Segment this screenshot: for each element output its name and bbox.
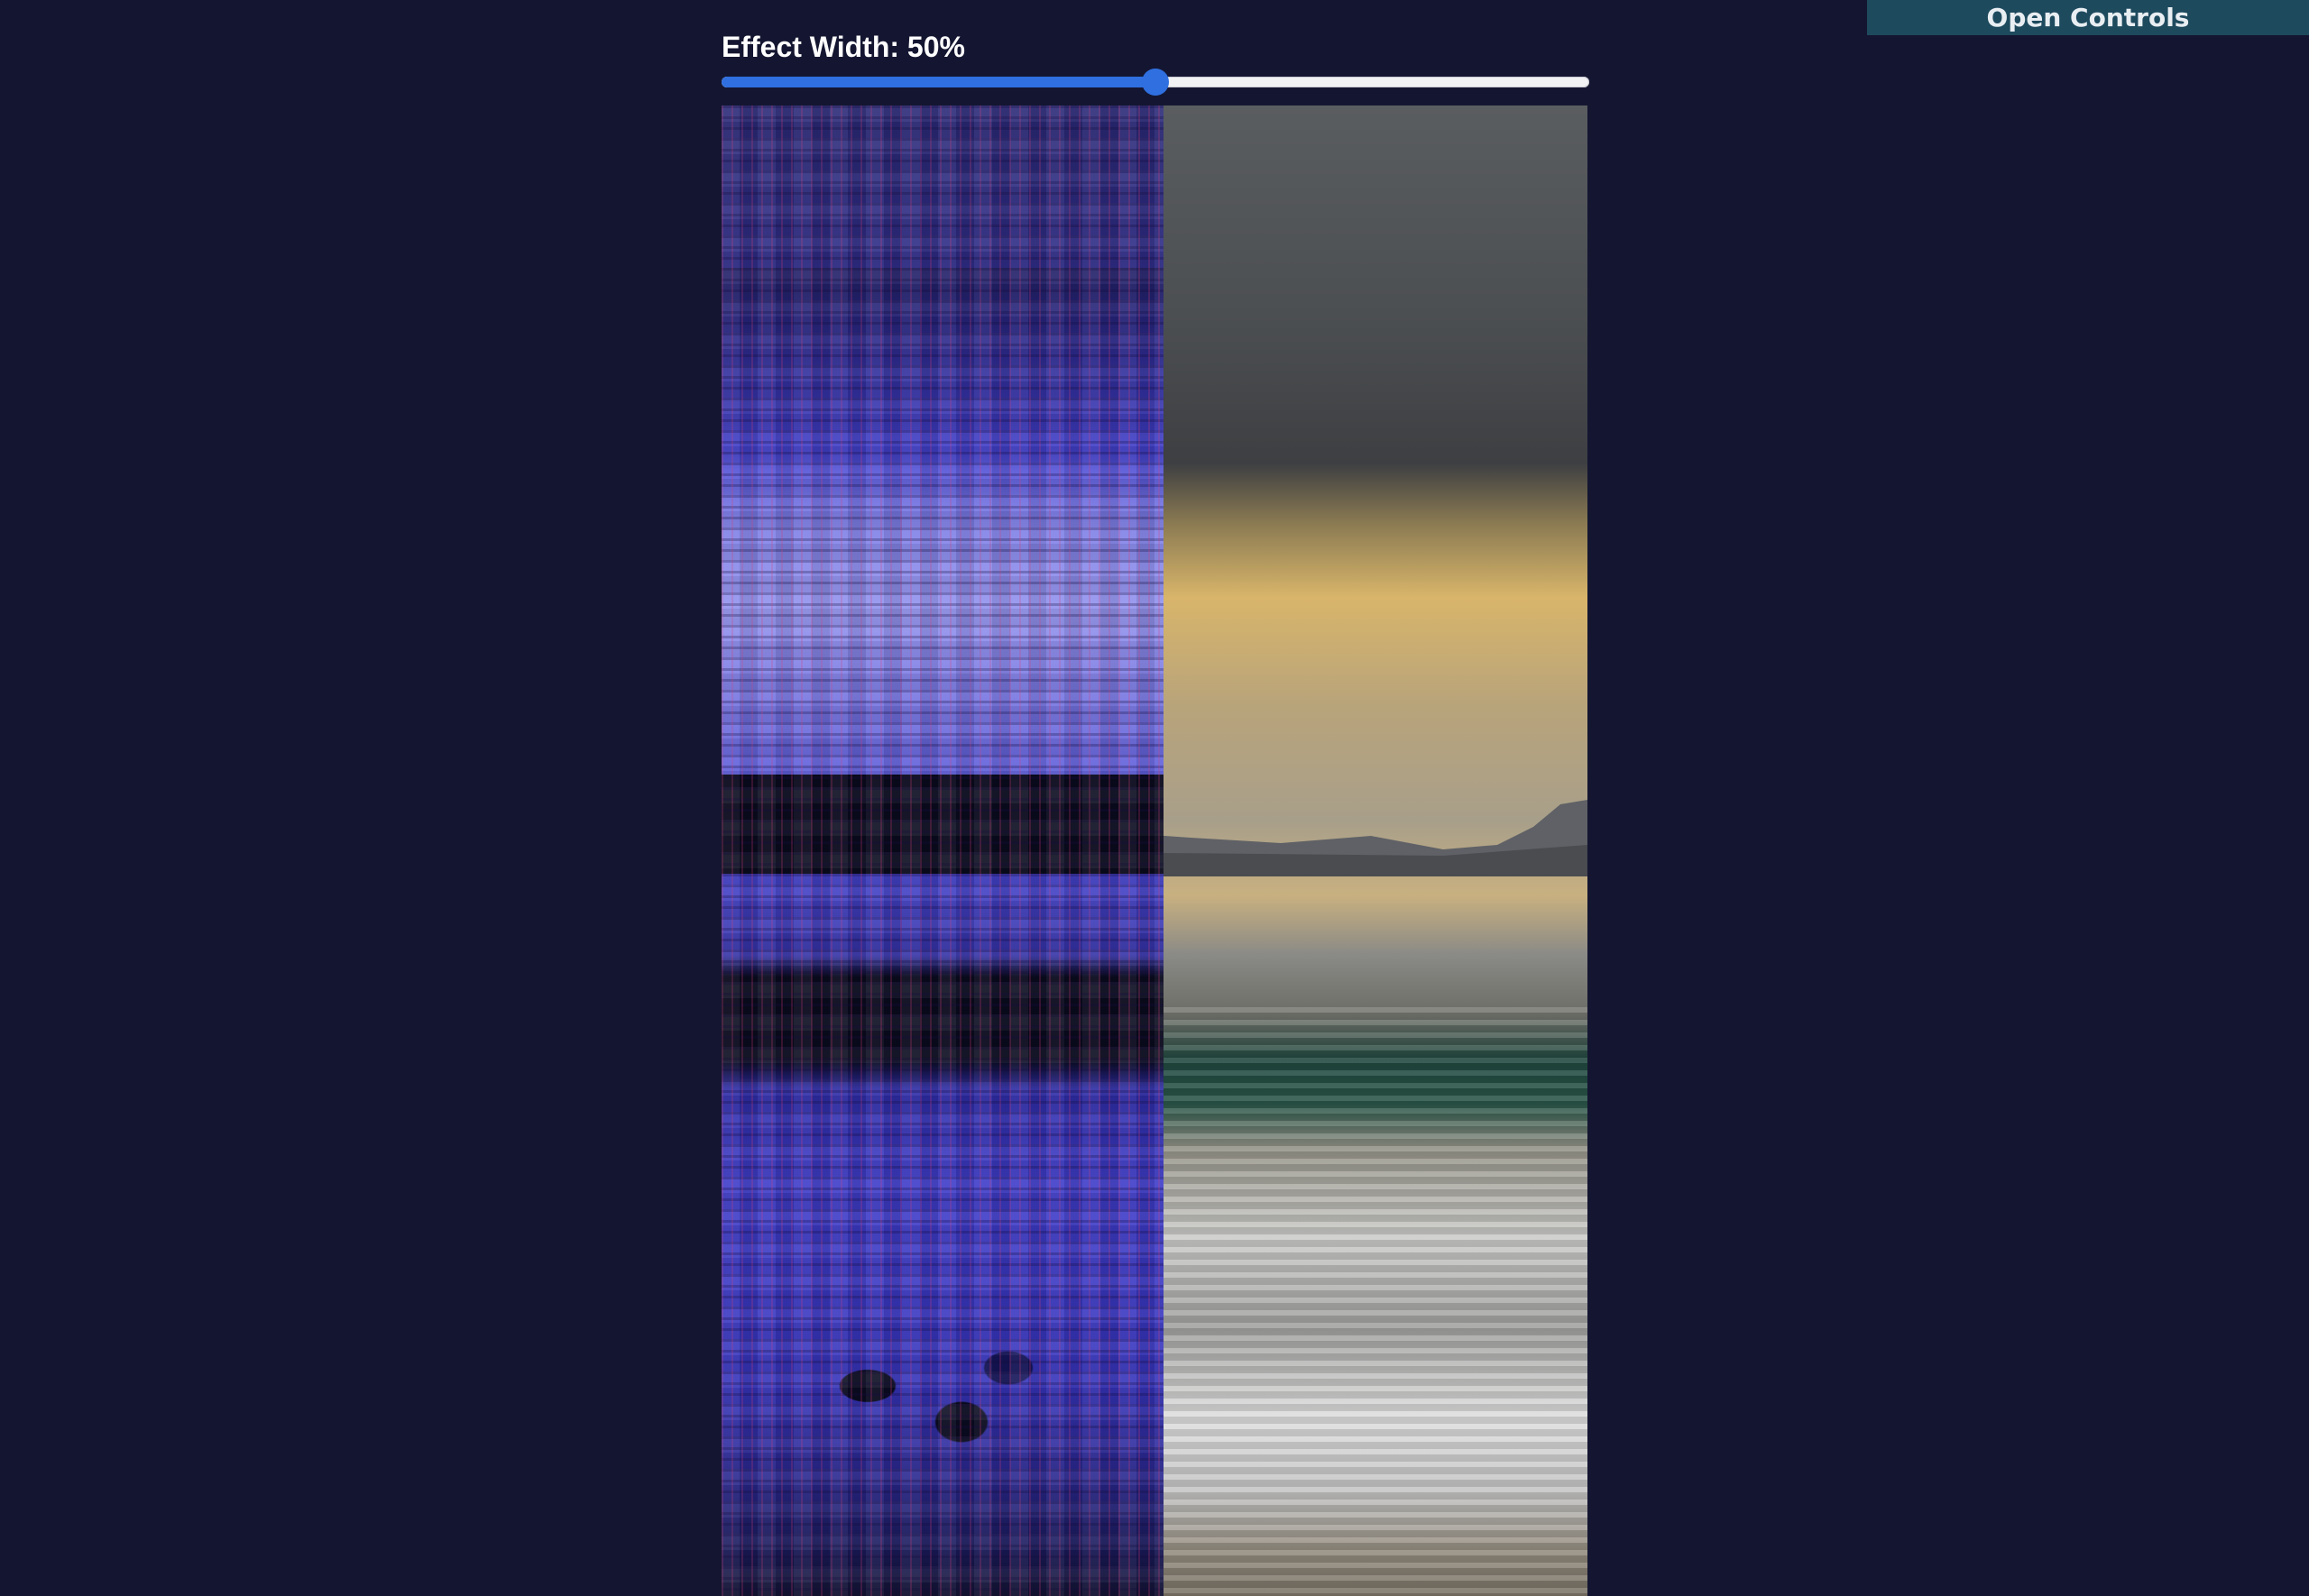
open-controls-button[interactable]: Open Controls <box>1867 0 2309 35</box>
ascii-glyph-grid <box>722 105 1164 1596</box>
ascii-effect-panel <box>722 105 1164 1596</box>
effect-width-label: Effect Width: 50% <box>722 31 965 63</box>
slider-fill <box>722 77 1155 87</box>
effect-width-slider[interactable] <box>722 69 1589 96</box>
slider-thumb[interactable] <box>1142 69 1169 96</box>
app: Open Controls Effect Width: 50% <box>0 0 2309 1596</box>
video-canvas <box>722 105 1587 1596</box>
